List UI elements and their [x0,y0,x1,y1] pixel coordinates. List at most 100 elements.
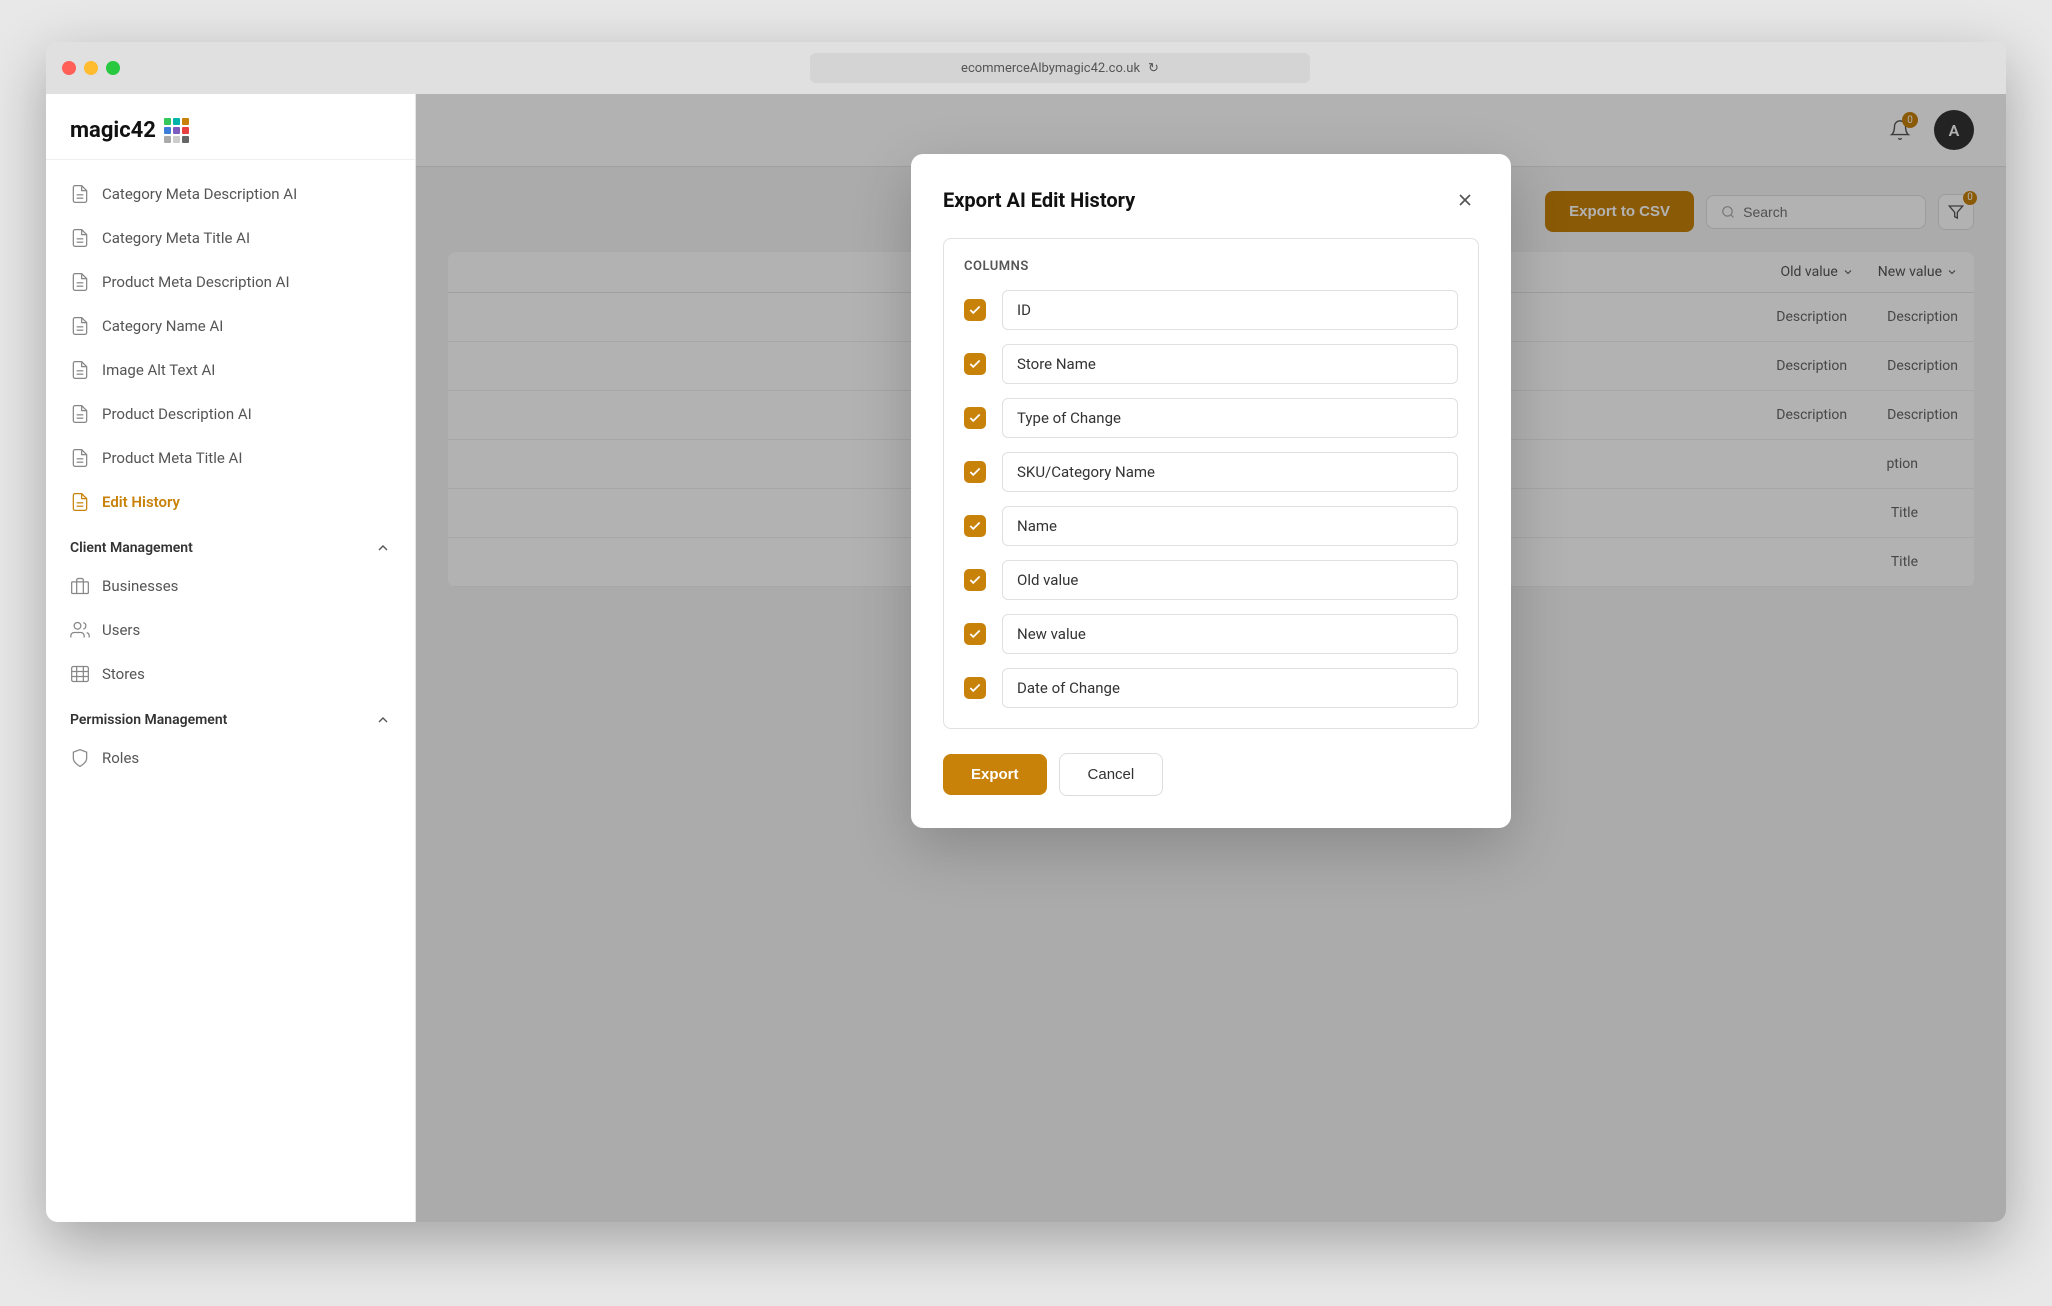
checkbox-old-value[interactable] [964,569,986,591]
nav-label: Category Meta Title AI [102,229,250,247]
close-traffic-light[interactable] [62,61,76,75]
file-icon [70,228,90,248]
browser-titlebar: ecommerceAlbymagic42.co.uk ↻ [46,42,2006,94]
column-item-type-of-change: Type of Change [964,398,1458,438]
maximize-traffic-light[interactable] [106,61,120,75]
sidebar-item-stores[interactable]: Stores [46,652,415,696]
checkbox-new-value[interactable] [964,623,986,645]
column-label-old-value: Old value [1002,560,1458,600]
url-text: ecommerceAlbymagic42.co.uk [961,61,1140,76]
main-content: 0 A Export to CSV [416,94,2006,1222]
logo-dots [164,118,189,143]
users-icon [70,620,90,640]
logo-dot-2 [173,118,180,125]
section-client-management[interactable]: Client Management [46,524,415,564]
column-item-old-value: Old value [964,560,1458,600]
check-icon [968,411,982,425]
logo-dot-5 [173,127,180,134]
file-icon [70,448,90,468]
chevron-up-icon [375,540,391,556]
logo-dot-9 [182,136,189,143]
reload-icon[interactable]: ↻ [1148,61,1159,76]
file-icon [70,184,90,204]
logo-text: magic42 [70,118,156,143]
sidebar-item-roles[interactable]: Roles [46,736,415,780]
sidebar: magic42 [46,94,416,1222]
column-label-name: Name [1002,506,1458,546]
section-permission-management[interactable]: Permission Management [46,696,415,736]
sidebar-item-businesses[interactable]: Businesses [46,564,415,608]
modal-header: Export AI Edit History [943,186,1479,214]
file-icon-active [70,492,90,512]
file-icon [70,272,90,292]
shield-icon [70,748,90,768]
modal-overlay: Export AI Edit History Columns [416,94,2006,1222]
nav-label: Category Meta Description AI [102,185,297,203]
sidebar-nav: Category Meta Description AI Category Me… [46,160,415,1222]
logo-dot-6 [182,127,189,134]
traffic-lights [62,61,120,75]
close-icon [1455,190,1475,210]
sidebar-item-product-description[interactable]: Product Description AI [46,392,415,436]
logo-dot-3 [182,118,189,125]
nav-label: Businesses [102,577,178,595]
sidebar-item-category-meta-title[interactable]: Category Meta Title AI [46,216,415,260]
checkbox-sku-category-name[interactable] [964,461,986,483]
modal-title: Export AI Edit History [943,188,1135,212]
columns-section: Columns ID [943,238,1479,729]
checkbox-type-of-change[interactable] [964,407,986,429]
sidebar-item-edit-history[interactable]: Edit History [46,480,415,524]
sidebar-header: magic42 [46,94,415,160]
sidebar-item-image-alt-text[interactable]: Image Alt Text AI [46,348,415,392]
chevron-up-icon-2 [375,712,391,728]
column-item-name: Name [964,506,1458,546]
nav-label: Product Meta Description AI [102,273,290,291]
sidebar-item-product-meta-title[interactable]: Product Meta Title AI [46,436,415,480]
column-label-store-name: Store Name [1002,344,1458,384]
file-icon [70,360,90,380]
column-label-date-of-change: Date of Change [1002,668,1458,708]
browser-window: ecommerceAlbymagic42.co.uk ↻ magic42 [46,42,2006,1222]
building-icon [70,576,90,596]
nav-label: Edit History [102,493,180,511]
column-label-id: ID [1002,290,1458,330]
export-button[interactable]: Export [943,754,1047,795]
modal-footer: Export Cancel [943,753,1479,796]
cancel-button[interactable]: Cancel [1059,753,1164,796]
sidebar-item-category-name[interactable]: Category Name AI [46,304,415,348]
check-icon [968,303,982,317]
column-label-new-value: New value [1002,614,1458,654]
nav-label: Product Description AI [102,405,252,423]
nav-label: Image Alt Text AI [102,361,215,379]
column-label-type-of-change: Type of Change [1002,398,1458,438]
logo-dot-8 [173,136,180,143]
check-icon [968,465,982,479]
check-icon [968,681,982,695]
column-item-id: ID [964,290,1458,330]
nav-label: Category Name AI [102,317,223,335]
checkbox-name[interactable] [964,515,986,537]
file-icon [70,404,90,424]
modal-close-button[interactable] [1451,186,1479,214]
export-modal: Export AI Edit History Columns [911,154,1511,828]
nav-label: Stores [102,665,145,683]
sidebar-item-category-meta-description[interactable]: Category Meta Description AI [46,172,415,216]
column-item-store-name: Store Name [964,344,1458,384]
sidebar-item-product-meta-description[interactable]: Product Meta Description AI [46,260,415,304]
section-label: Client Management [70,540,193,556]
logo-dot-7 [164,136,171,143]
logo-dot-1 [164,118,171,125]
logo: magic42 [70,118,391,143]
column-label-sku-category-name: SKU/Category Name [1002,452,1458,492]
check-icon [968,357,982,371]
minimize-traffic-light[interactable] [84,61,98,75]
nav-label: Product Meta Title AI [102,449,242,467]
address-bar[interactable]: ecommerceAlbymagic42.co.uk ↻ [810,53,1310,83]
checkbox-store-name[interactable] [964,353,986,375]
app-layout: magic42 [46,94,2006,1222]
sidebar-item-users[interactable]: Users [46,608,415,652]
checkbox-date-of-change[interactable] [964,677,986,699]
nav-label: Roles [102,749,139,767]
checkbox-id[interactable] [964,299,986,321]
check-icon [968,573,982,587]
